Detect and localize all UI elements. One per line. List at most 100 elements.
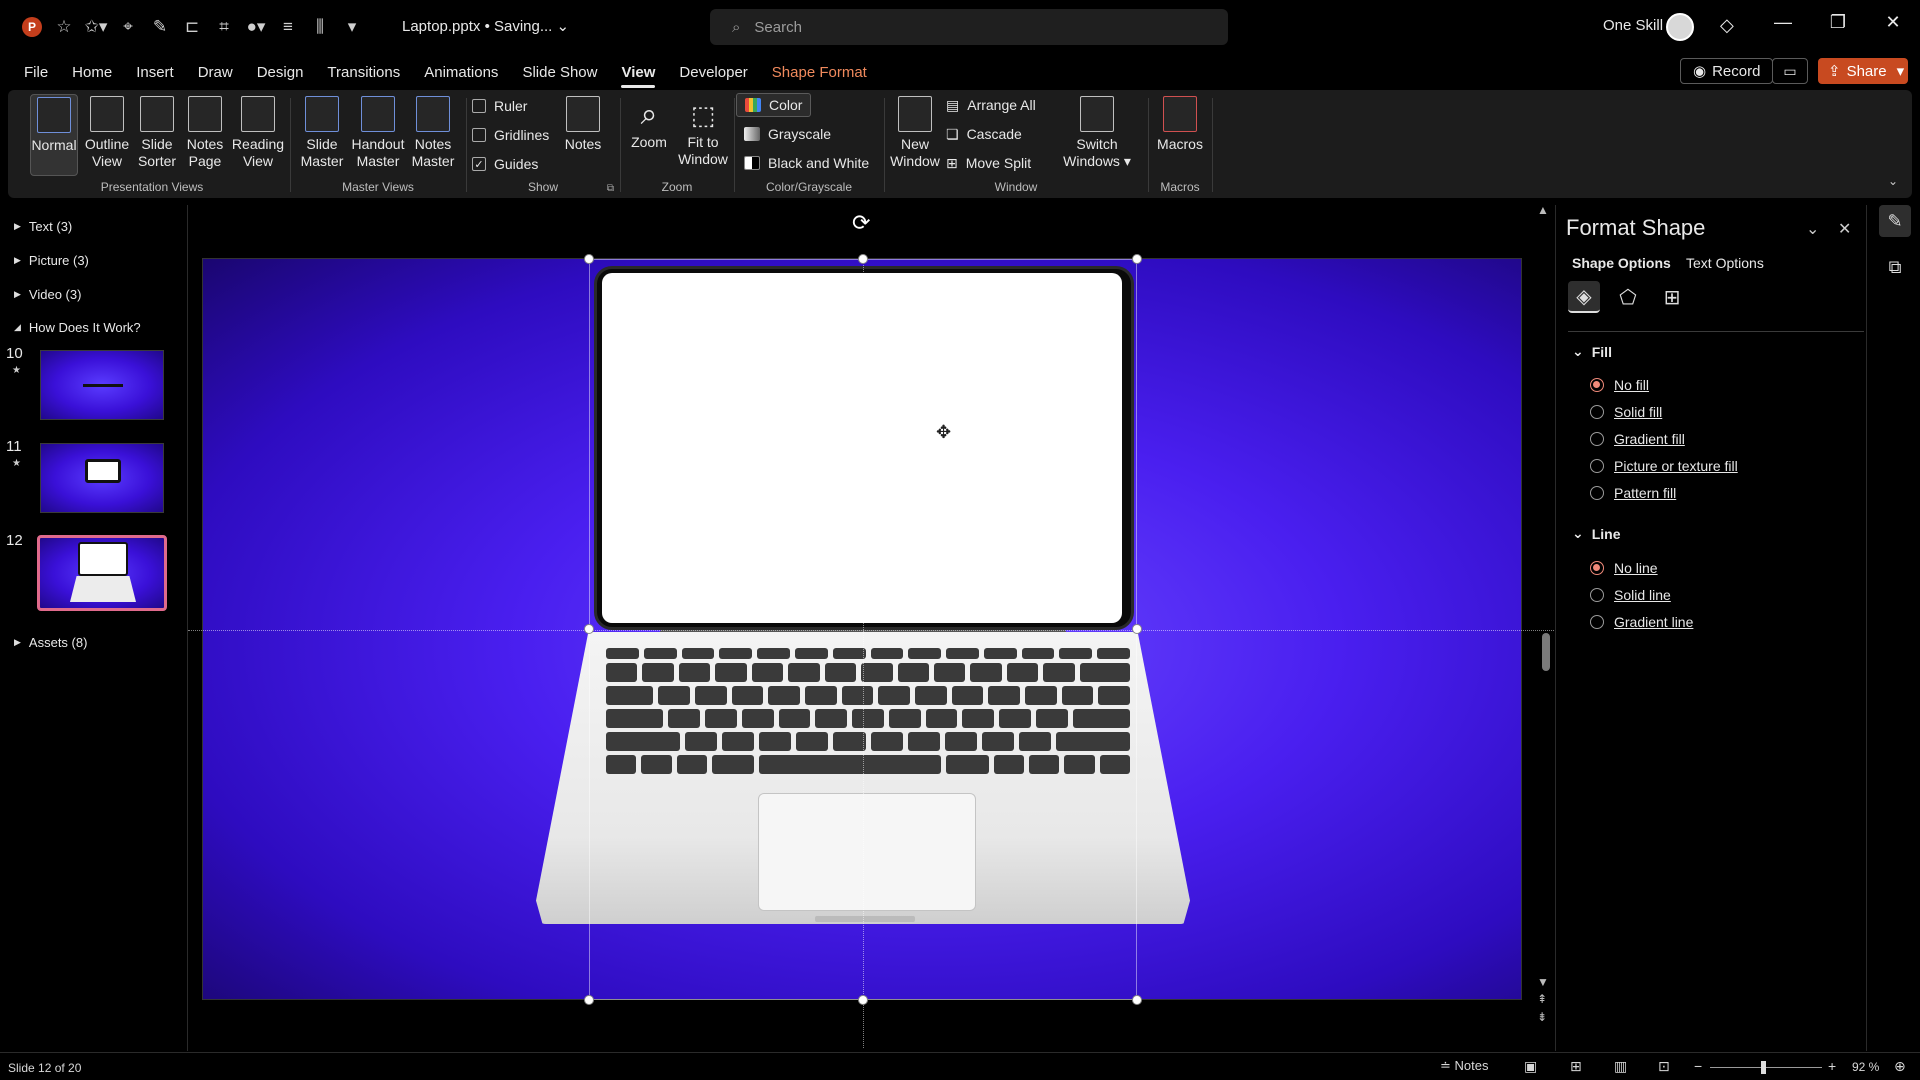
resize-handle-top-right[interactable] <box>1132 254 1142 264</box>
notes-page-button[interactable]: Notes Page <box>182 94 228 170</box>
premium-diamond-icon[interactable]: ◇ <box>1720 15 1734 36</box>
tab-home[interactable]: Home <box>60 58 124 88</box>
section-video[interactable]: ▶ Video (3) <box>14 287 81 302</box>
shape-fill-icon[interactable]: ●▾ <box>240 14 272 40</box>
resize-handle-bottom-right[interactable] <box>1132 995 1142 1005</box>
resize-handle-right[interactable] <box>1132 624 1142 634</box>
notes-master-button[interactable]: Notes Master <box>408 94 458 170</box>
previous-slide-icon[interactable]: ⇞ <box>1537 992 1547 1006</box>
tab-shape-format[interactable]: Shape Format <box>760 58 879 88</box>
switch-windows-button[interactable]: Switch Windows ▾ <box>1062 94 1132 170</box>
tab-text-options[interactable]: Text Options <box>1686 255 1764 271</box>
section-picture[interactable]: ▶ Picture (3) <box>14 253 89 268</box>
radio-gradient-line[interactable]: Gradient line <box>1590 614 1693 630</box>
radio-solid-fill[interactable]: Solid fill <box>1590 404 1662 420</box>
restore-icon[interactable]: ❐ <box>1823 12 1853 33</box>
new-window-button[interactable]: New Window <box>890 94 940 170</box>
outline-view-button[interactable]: Outline View <box>82 94 132 170</box>
tab-draw[interactable]: Draw <box>186 58 245 88</box>
notes-toggle[interactable]: ≐ Notes <box>1440 1058 1488 1074</box>
resize-handle-left[interactable] <box>584 624 594 634</box>
normal-view-button[interactable]: Normal <box>30 94 78 176</box>
fit-to-window-button[interactable]: ⬚ Fit to Window <box>676 94 730 168</box>
distribute-icon[interactable]: ⊏ <box>176 14 208 40</box>
tab-file[interactable]: File <box>12 58 60 88</box>
radio-solid-line[interactable]: Solid line <box>1590 587 1671 603</box>
tab-shape-options[interactable]: Shape Options <box>1572 255 1671 271</box>
dialog-launcher-icon[interactable]: ⧉ <box>607 183 614 194</box>
tab-design[interactable]: Design <box>245 58 316 88</box>
tab-developer[interactable]: Developer <box>667 58 759 88</box>
handout-master-button[interactable]: Handout Master <box>350 94 406 170</box>
format-shape-pane-icon[interactable]: ✎ <box>1879 205 1911 237</box>
move-split-button[interactable]: ⊞ Move Split <box>946 151 1031 175</box>
resize-handle-bottom[interactable] <box>858 995 868 1005</box>
radio-no-fill[interactable]: No fill <box>1590 377 1649 393</box>
comments-button[interactable]: ▭ <box>1772 58 1808 84</box>
autosave-icon[interactable]: ☆ <box>48 14 80 40</box>
tab-slide-show[interactable]: Slide Show <box>510 58 609 88</box>
guides-checkbox[interactable]: ✓ Guides <box>472 152 538 176</box>
reading-view-button[interactable]: Reading View <box>230 94 286 170</box>
user-name[interactable]: One Skill <box>1603 17 1663 34</box>
vertical-guide[interactable] <box>863 258 864 1048</box>
document-title[interactable]: Laptop.pptx • Saving... ⌄ <box>402 17 569 35</box>
macros-button[interactable]: Macros <box>1154 94 1206 153</box>
crop-icon[interactable]: ⌗ <box>208 14 240 40</box>
grayscale-button[interactable]: Grayscale <box>744 122 831 146</box>
draw-icon[interactable]: ✎ <box>144 14 176 40</box>
reading-view-icon[interactable]: ▥ <box>1614 1058 1627 1075</box>
fill-section-header[interactable]: ⌄ Fill <box>1572 343 1612 360</box>
pane-options-chevron-icon[interactable]: ⌄ <box>1806 219 1819 239</box>
vertical-scrollbar[interactable] <box>1538 205 1552 1035</box>
zoom-slider[interactable] <box>1710 1067 1822 1068</box>
radio-no-line[interactable]: No line <box>1590 560 1658 576</box>
radio-gradient-fill[interactable]: Gradient fill <box>1590 431 1685 447</box>
slide-thumbnail-12[interactable] <box>37 535 167 611</box>
pane-close-icon[interactable]: ✕ <box>1838 219 1851 239</box>
section-how-does-it-work[interactable]: ◢ How Does It Work? <box>14 320 141 335</box>
align-middle-icon[interactable]: ≡ <box>272 14 304 40</box>
laptop-screen-shape[interactable] <box>602 273 1122 623</box>
next-slide-icon[interactable]: ⇟ <box>1537 1010 1547 1024</box>
customize-qat-icon[interactable]: ▾ <box>336 14 368 40</box>
search-box[interactable]: ⌕ Search <box>710 9 1228 45</box>
collapse-ribbon-icon[interactable]: ⌄ <box>1888 174 1898 188</box>
tab-transitions[interactable]: Transitions <box>315 58 412 88</box>
favorite-icon[interactable]: ✩▾ <box>80 14 112 40</box>
gridlines-checkbox[interactable]: Gridlines <box>472 123 549 147</box>
rotate-handle-icon[interactable]: ⟳ <box>852 210 870 236</box>
normal-view-icon[interactable]: ▣ <box>1524 1058 1537 1075</box>
zoom-out-icon[interactable]: − <box>1694 1058 1702 1074</box>
cascade-button[interactable]: ❏ Cascade <box>946 122 1022 146</box>
resize-handle-top[interactable] <box>858 254 868 264</box>
slide-master-button[interactable]: Slide Master <box>298 94 346 170</box>
close-icon[interactable]: ✕ <box>1878 12 1908 33</box>
size-properties-icon[interactable]: ⊞ <box>1656 281 1688 313</box>
slide-sorter-icon[interactable]: ⊞ <box>1570 1058 1582 1075</box>
zoom-slider-thumb[interactable] <box>1761 1061 1766 1074</box>
scrollbar-thumb[interactable] <box>1542 633 1550 671</box>
tab-view[interactable]: View <box>609 58 667 88</box>
slide-thumbnail-11[interactable] <box>40 443 164 513</box>
radio-pattern-fill[interactable]: Pattern fill <box>1590 485 1676 501</box>
arrange-all-button[interactable]: ▤ Arrange All <box>946 93 1036 117</box>
section-text[interactable]: ▶ Text (3) <box>14 219 72 234</box>
scroll-down-icon[interactable]: ▼ <box>1537 975 1549 989</box>
fill-and-line-icon[interactable]: ◈ <box>1568 281 1600 313</box>
section-assets[interactable]: ▶ Assets (8) <box>14 635 87 650</box>
line-section-header[interactable]: ⌄ Line <box>1572 525 1621 542</box>
tab-animations[interactable]: Animations <box>412 58 510 88</box>
align-icon[interactable]: ⌖ <box>112 14 144 40</box>
radio-picture-fill[interactable]: Picture or texture fill <box>1590 458 1738 474</box>
zoom-button[interactable]: ⌕ Zoom <box>626 94 672 151</box>
zoom-in-icon[interactable]: + <box>1828 1058 1836 1074</box>
record-button[interactable]: ◉ Record <box>1680 58 1774 84</box>
avatar[interactable] <box>1666 13 1694 41</box>
fit-slide-icon[interactable]: ⊕ <box>1894 1058 1906 1075</box>
ruler-checkbox[interactable]: Ruler <box>472 94 527 118</box>
share-button[interactable]: ⇪ Share ▾ <box>1818 58 1908 84</box>
effects-pentagon-icon[interactable]: ⬠ <box>1612 281 1644 313</box>
slide-thumbnail-10[interactable] <box>40 350 164 420</box>
color-button[interactable]: Color <box>736 93 812 117</box>
